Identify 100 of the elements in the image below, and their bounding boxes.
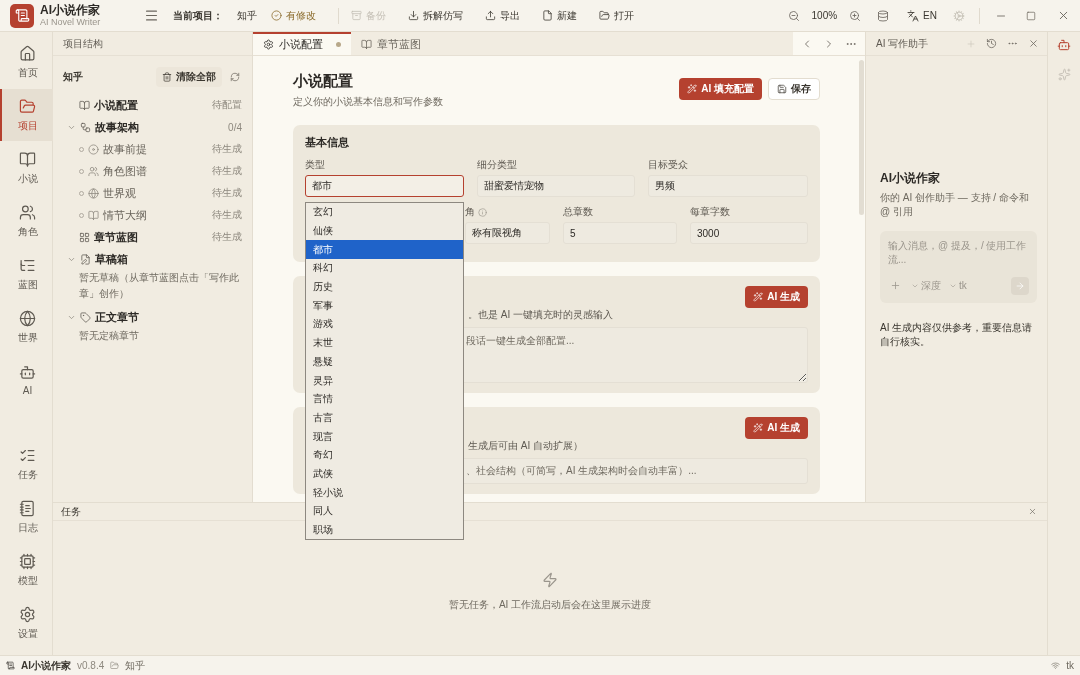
translate-icon: [907, 9, 920, 22]
save-button[interactable]: 保存: [768, 78, 820, 100]
nav-item[interactable]: 首页: [0, 36, 53, 88]
plus-icon: [890, 280, 901, 291]
magic-wand-icon: [687, 84, 698, 94]
nav-item[interactable]: 蓝图: [0, 248, 53, 300]
ai-generate-button[interactable]: AI 生成: [745, 417, 808, 439]
assistant-title: AI小说作家: [880, 169, 941, 187]
status-button[interactable]: 有修改: [265, 6, 322, 25]
magic-wand-icon: [753, 292, 764, 302]
panel-title: AI 写作助手: [876, 36, 929, 51]
nav-item[interactable]: 世界: [0, 301, 53, 353]
text-field[interactable]: 5: [563, 222, 677, 244]
dropdown-option[interactable]: 现言: [306, 427, 463, 446]
text-field[interactable]: 甜蜜爱情宠物: [477, 175, 635, 197]
dropdown-option[interactable]: 都市: [306, 240, 463, 260]
nav-item[interactable]: 设置: [0, 597, 53, 649]
users-icon: [88, 165, 99, 177]
dropdown-option[interactable]: 悬疑: [306, 352, 463, 372]
ai-fill-button[interactable]: AI 填充配置: [679, 78, 762, 100]
robot-icon: [19, 364, 36, 381]
tree-item[interactable]: 故事架构 0/4: [63, 116, 242, 138]
nav-item[interactable]: 项目: [0, 89, 53, 141]
clear-button[interactable]: 清除全部: [156, 67, 222, 87]
field-label: 每章字数: [690, 205, 731, 219]
dropdown-option[interactable]: 轻小说: [306, 483, 463, 502]
gear-icon: [953, 9, 965, 22]
dropdown-option[interactable]: 科幻: [306, 259, 463, 278]
nav-item[interactable]: 日志: [0, 491, 53, 543]
editor-tab[interactable]: 小说配置: [253, 32, 351, 55]
tree-item[interactable]: 世界观 待生成: [63, 182, 242, 204]
dropdown-option[interactable]: 古言: [306, 408, 463, 428]
settings-icon: [19, 605, 36, 623]
language-button[interactable]: EN: [901, 7, 943, 24]
history-icon: [986, 38, 997, 49]
project-name: 知乎: [237, 8, 257, 23]
toolbar-button[interactable]: 导出: [479, 6, 526, 25]
ai-generate-button[interactable]: AI 生成: [745, 286, 808, 308]
tree-item[interactable]: 情节大纲 待生成: [63, 204, 242, 226]
toolbar-button[interactable]: 新建: [536, 6, 583, 25]
empty-message: 暂无任务，AI 工作流启动后会在这里展示进度: [448, 598, 652, 612]
database-icon: [877, 9, 890, 22]
scrollbar-thumb[interactable]: [859, 60, 864, 215]
sparkles-button[interactable]: [1055, 66, 1073, 83]
tree-item[interactable]: 草稿箱: [63, 248, 242, 270]
dropdown-option[interactable]: 历史: [306, 277, 463, 297]
nav-item[interactable]: 角色: [0, 195, 53, 247]
toolbar-button[interactable]: 拆解仿写: [402, 6, 469, 25]
gear-icon: [263, 39, 274, 50]
tree-item[interactable]: 角色图谱 待生成: [63, 160, 242, 182]
grid-icon: [79, 231, 90, 243]
history-button[interactable]: [984, 36, 999, 51]
file-icon: [542, 10, 553, 21]
tree-item[interactable]: 小说配置 待配置: [63, 94, 242, 116]
dropdown-option[interactable]: 玄幻: [306, 203, 463, 222]
folder-icon: [599, 10, 610, 21]
status-app-name: AI小说作家: [21, 658, 71, 673]
check-circle-icon: [271, 10, 282, 21]
status-project: 知乎: [125, 658, 146, 673]
nav-item[interactable]: 任务: [0, 438, 53, 490]
refresh-button[interactable]: [228, 70, 242, 84]
nav-item[interactable]: 模型: [0, 544, 53, 596]
book-icon: [361, 39, 372, 50]
assistant-description: 你的 AI 创作助手 — 支持 / 命令和 @ 引用: [880, 190, 1030, 219]
nav-item[interactable]: 小说: [0, 142, 53, 194]
field-label: 总章数: [563, 205, 594, 219]
magic-wand-icon: [753, 423, 764, 433]
zoom-out-icon: [787, 9, 800, 22]
tree-item[interactable]: 故事前提 待生成: [63, 138, 242, 160]
save-icon: [777, 84, 787, 94]
empty-note: 暂无定稿章节: [78, 329, 140, 343]
text-field[interactable]: 3000: [690, 222, 808, 244]
editor-tab[interactable]: 章节蓝图: [351, 32, 431, 55]
dropdown-option[interactable]: 末世: [306, 333, 463, 353]
dropdown-option[interactable]: 同人: [306, 502, 463, 521]
upload-icon: [485, 10, 496, 21]
book-icon: [79, 99, 90, 111]
app-subtitle: AI Novel Writer: [40, 17, 102, 28]
download-icon: [408, 10, 419, 21]
dropdown-option[interactable]: 言情: [306, 389, 463, 409]
dropdown-option[interactable]: 武侠: [306, 464, 463, 484]
dropdown-option[interactable]: 军事: [306, 296, 463, 316]
globe-icon: [19, 309, 36, 327]
tag-icon: [80, 311, 91, 323]
dropdown-option[interactable]: 职场: [306, 520, 463, 540]
nav-item[interactable]: AI: [0, 354, 53, 406]
text-field[interactable]: 称有限视角: [465, 222, 550, 244]
maximize-icon: [1026, 10, 1036, 21]
card-description: 。也是 AI 一键填充时的灵感输入: [468, 308, 614, 322]
tree-item[interactable]: 正文章节: [63, 306, 242, 328]
card-description: 生成后可由 AI 自动扩展）: [468, 439, 584, 453]
book-icon: [19, 150, 36, 168]
dropdown-option[interactable]: 仙侠: [306, 221, 463, 241]
toolbar-button[interactable]: 打开: [593, 6, 640, 25]
empty-note: 暂无草稿（从章节蓝图点击「写作此章」创作）: [78, 271, 240, 301]
text-field[interactable]: 男频: [648, 175, 808, 197]
archive-icon: [351, 10, 362, 21]
tree-item[interactable]: 章节蓝图 待生成: [63, 226, 242, 248]
text-field[interactable]: 都市: [305, 175, 464, 197]
wifi-icon: [1051, 661, 1061, 670]
